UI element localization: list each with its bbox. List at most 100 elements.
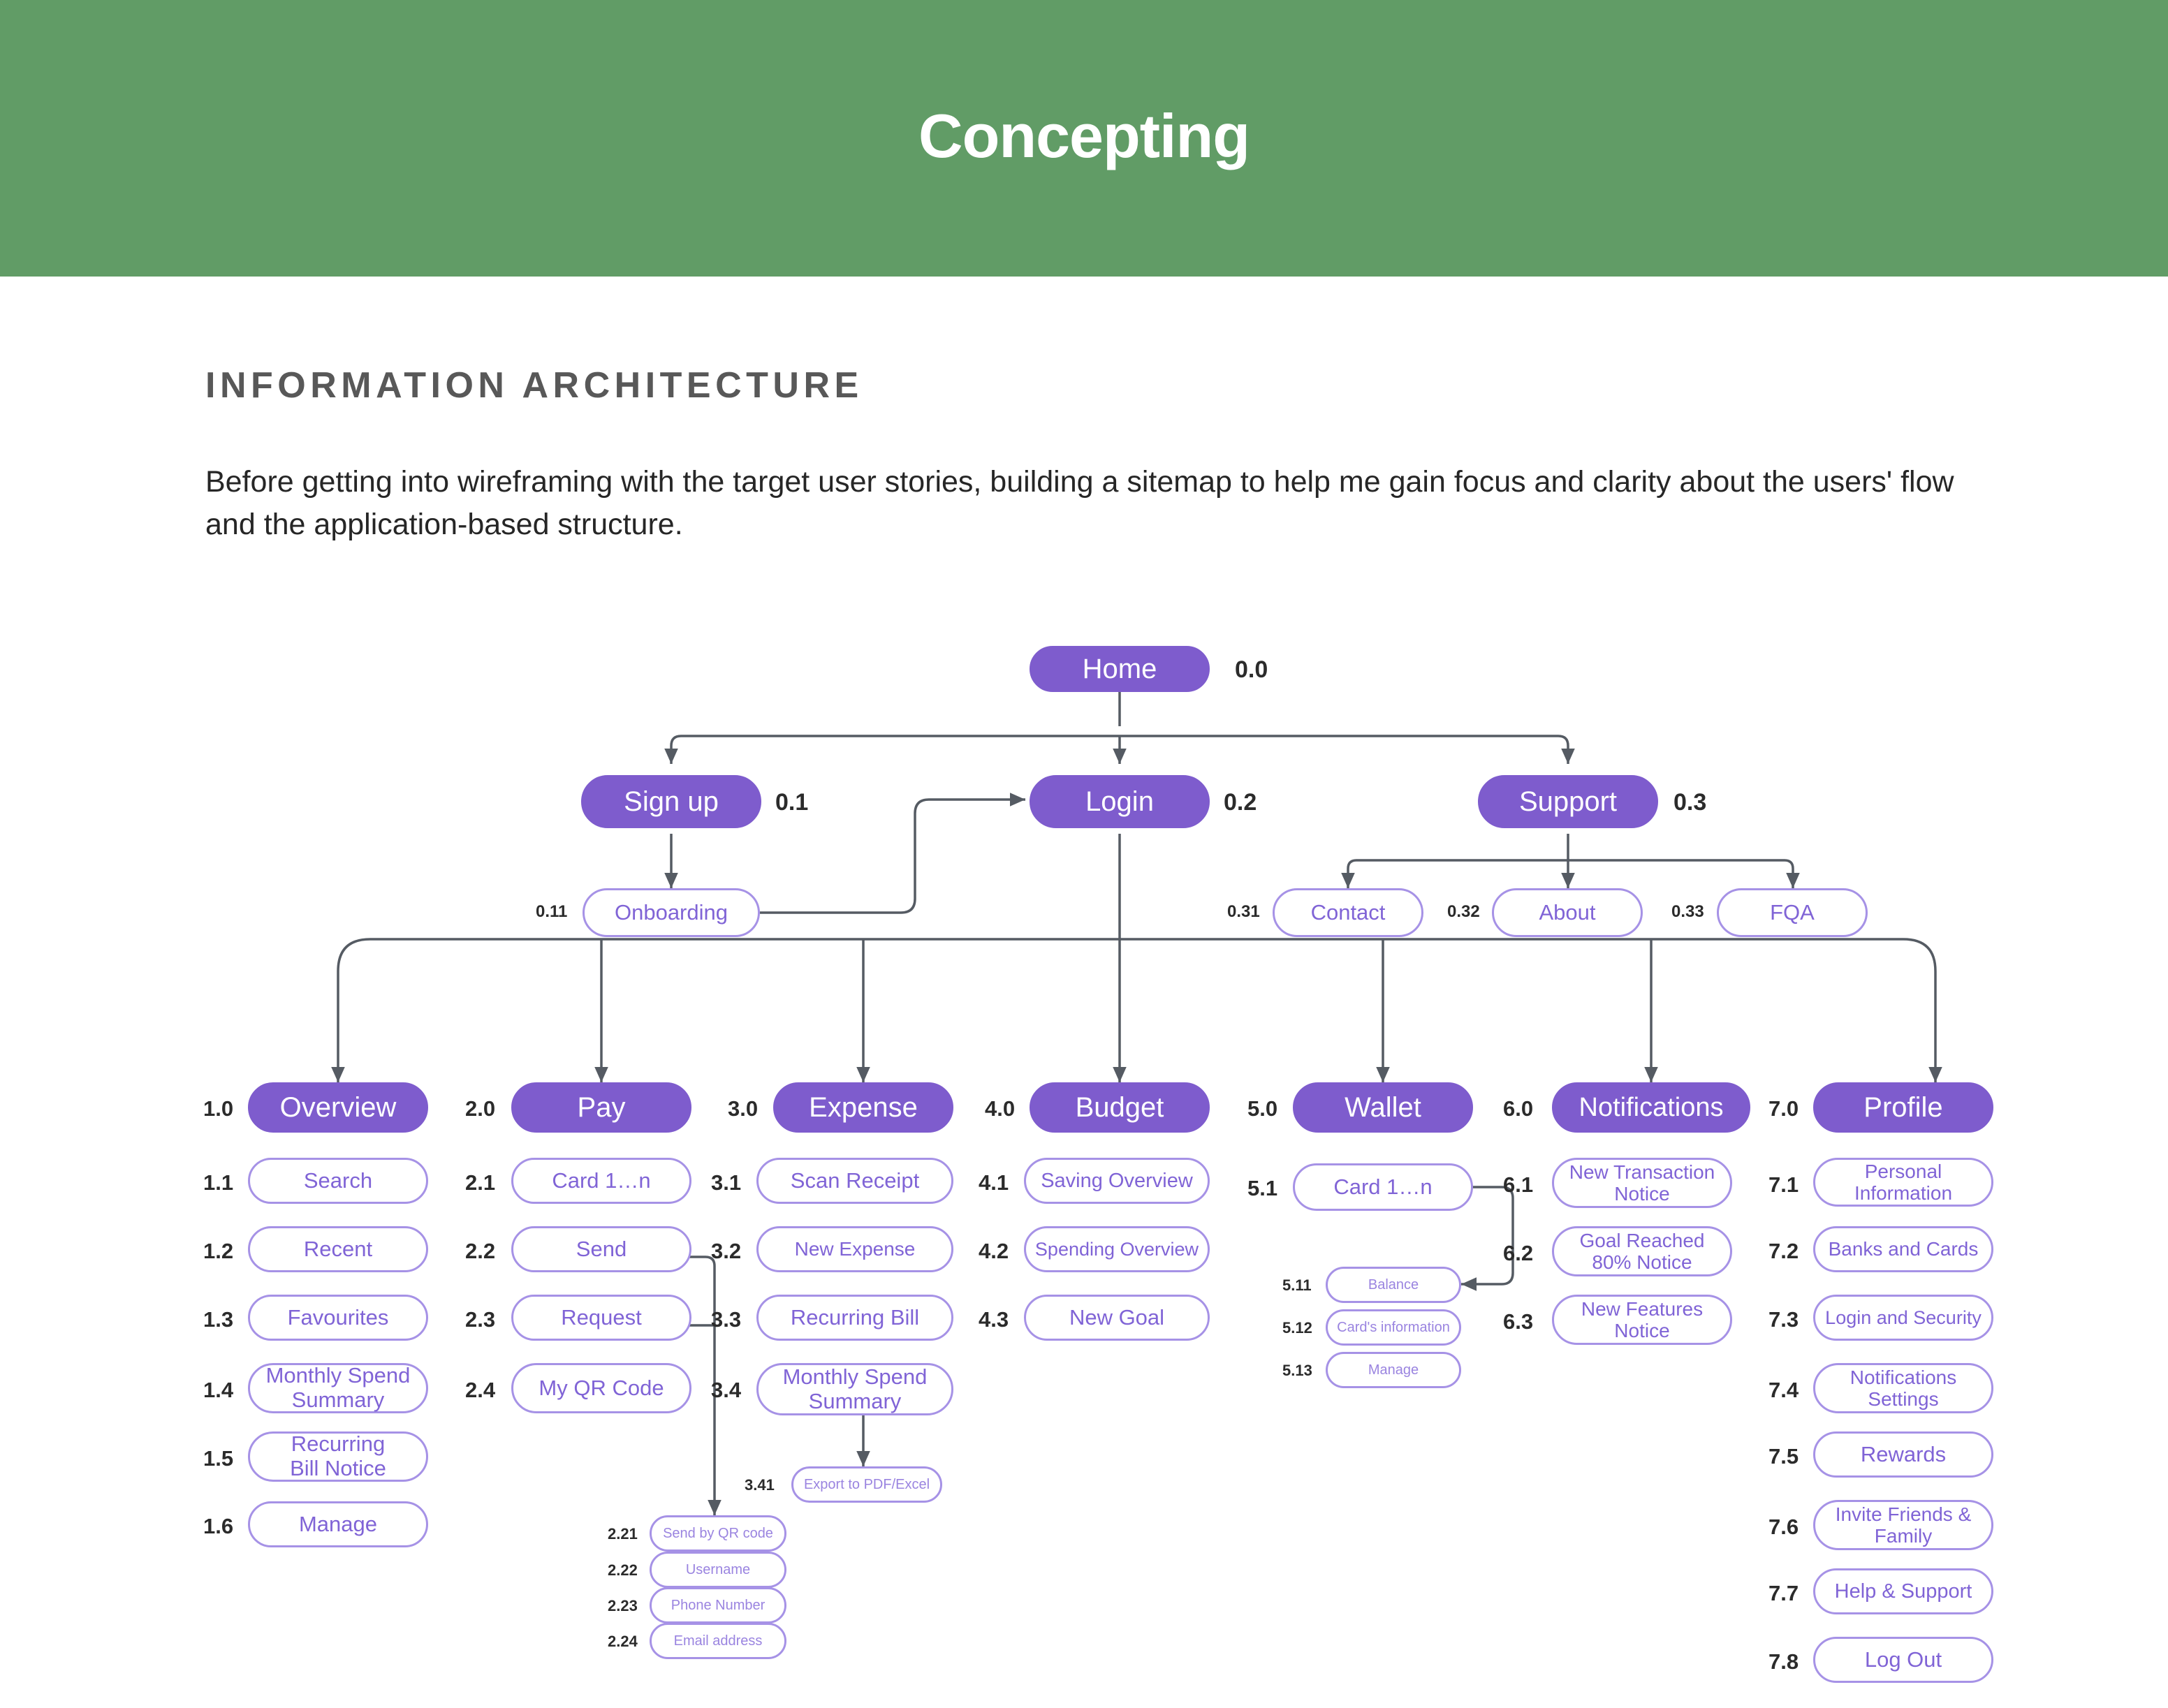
node-index-7-1: 7.1: [1768, 1172, 1799, 1197]
node-label: About: [1539, 899, 1596, 925]
node-budget[interactable]: Budget: [1030, 1082, 1210, 1133]
node-label: Search: [303, 1168, 373, 1193]
node-pay-my-qr-code[interactable]: My QR Code: [511, 1363, 691, 1413]
node-support[interactable]: Support: [1478, 775, 1658, 828]
node-pay-username[interactable]: Username: [650, 1552, 786, 1588]
node-pay[interactable]: Pay: [511, 1082, 691, 1133]
node-index-5-1: 5.1: [1247, 1176, 1278, 1200]
node-profile-rewards[interactable]: Rewards: [1813, 1431, 1993, 1478]
node-expense-recurring-bill[interactable]: Recurring Bill: [756, 1295, 953, 1341]
node-index-7-8: 7.8: [1768, 1649, 1799, 1674]
node-profile-help-support[interactable]: Help & Support: [1813, 1568, 1993, 1614]
node-index-7-6: 7.6: [1768, 1515, 1799, 1539]
node-label: New Features Notice: [1581, 1297, 1704, 1341]
node-index-2-4: 2.4: [465, 1378, 496, 1402]
node-wallet-card[interactable]: Card 1…n: [1293, 1163, 1473, 1211]
node-label: Send: [576, 1236, 627, 1261]
node-label: Banks and Cards: [1828, 1238, 1979, 1260]
node-pay-send-by-qr-code[interactable]: Send by QR code: [650, 1515, 786, 1552]
node-label: New Goal: [1069, 1304, 1165, 1330]
node-overview-recurring-bill-notice[interactable]: Recurring Bill Notice: [248, 1431, 428, 1482]
node-label: Personal Information: [1854, 1160, 1953, 1204]
node-onboarding[interactable]: Onboarding: [583, 888, 760, 937]
node-overview-manage[interactable]: Manage: [248, 1501, 428, 1547]
node-profile-login-and-security[interactable]: Login and Security: [1813, 1295, 1993, 1341]
node-index-budget: 4.0: [985, 1096, 1016, 1121]
node-wallet-card-information[interactable]: Card's information: [1326, 1309, 1461, 1346]
node-profile-banks-and-cards[interactable]: Banks and Cards: [1813, 1226, 1993, 1272]
node-label: Contact: [1310, 899, 1386, 925]
node-index-onboarding: 0.11: [536, 902, 568, 921]
node-label: Help & Support: [1834, 1580, 1972, 1603]
node-expense-export-pdf-excel[interactable]: Export to PDF/Excel: [791, 1466, 942, 1503]
node-index-5-12: 5.12: [1282, 1319, 1312, 1337]
node-index-5-13: 5.13: [1282, 1362, 1312, 1379]
node-label: Overview: [279, 1091, 397, 1123]
node-index-7-2: 7.2: [1768, 1239, 1799, 1263]
node-overview-favourites[interactable]: Favourites: [248, 1295, 428, 1341]
node-label: Manage: [1368, 1362, 1419, 1378]
node-index-2-1: 2.1: [465, 1170, 496, 1195]
node-pay-send[interactable]: Send: [511, 1226, 691, 1272]
node-wallet-balance[interactable]: Balance: [1326, 1267, 1461, 1303]
node-home[interactable]: Home: [1030, 646, 1210, 692]
node-budget-saving-overview[interactable]: Saving Overview: [1024, 1158, 1210, 1204]
node-label: Phone Number: [671, 1597, 766, 1613]
node-fqa[interactable]: FQA: [1717, 888, 1868, 937]
node-label: Balance: [1368, 1276, 1419, 1293]
node-label: Username: [685, 1561, 751, 1577]
node-overview-recent[interactable]: Recent: [248, 1226, 428, 1272]
node-label: Login: [1085, 786, 1154, 817]
node-index-support: 0.3: [1673, 789, 1707, 816]
node-pay-request[interactable]: Request: [511, 1295, 691, 1341]
node-index-home: 0.0: [1235, 656, 1268, 683]
node-about[interactable]: About: [1492, 888, 1643, 937]
node-expense-scan-receipt[interactable]: Scan Receipt: [756, 1158, 953, 1204]
node-overview-search[interactable]: Search: [248, 1158, 428, 1204]
node-index-4-1: 4.1: [979, 1170, 1009, 1195]
node-index-6-2: 6.2: [1503, 1241, 1534, 1265]
node-label: Recurring Bill: [790, 1304, 920, 1330]
node-notifications-new-features-notice[interactable]: New Features Notice: [1552, 1295, 1732, 1345]
node-label: Card 1…n: [552, 1168, 651, 1193]
node-profile[interactable]: Profile: [1813, 1082, 1993, 1133]
node-profile-invite-friends-family[interactable]: Invite Friends & Family: [1813, 1500, 1993, 1550]
node-budget-new-goal[interactable]: New Goal: [1024, 1295, 1210, 1341]
node-wallet-manage[interactable]: Manage: [1326, 1352, 1461, 1388]
node-index-pay: 2.0: [465, 1096, 496, 1121]
node-label: Spending Overview: [1034, 1238, 1199, 1260]
node-expense-monthly-spend-summary[interactable]: Monthly Spend Summary: [756, 1363, 953, 1415]
node-overview-monthly-spend-summary[interactable]: Monthly Spend Summary: [248, 1363, 428, 1413]
node-budget-spending-overview[interactable]: Spending Overview: [1024, 1226, 1210, 1272]
node-login[interactable]: Login: [1030, 775, 1210, 828]
node-label: Send by QR code: [663, 1525, 773, 1541]
node-label: Card 1…n: [1333, 1174, 1433, 1199]
node-notifications-new-transaction-notice[interactable]: New Transaction Notice: [1552, 1158, 1732, 1208]
node-label: My QR Code: [539, 1375, 664, 1400]
node-profile-notifications-settings[interactable]: Notifications Settings: [1813, 1363, 1993, 1413]
node-sign-up[interactable]: Sign up: [581, 775, 761, 828]
node-index-3-2: 3.2: [711, 1239, 742, 1263]
node-label: New Expense: [794, 1238, 916, 1260]
node-contact[interactable]: Contact: [1273, 888, 1423, 937]
node-index-sign-up: 0.1: [775, 789, 809, 816]
node-notifications[interactable]: Notifications: [1552, 1082, 1750, 1133]
node-pay-card[interactable]: Card 1…n: [511, 1158, 691, 1204]
node-expense[interactable]: Expense: [773, 1082, 953, 1133]
node-wallet[interactable]: Wallet: [1293, 1082, 1473, 1133]
node-expense-new-expense[interactable]: New Expense: [756, 1226, 953, 1272]
node-pay-email-address[interactable]: Email address: [650, 1623, 786, 1659]
node-index-1-1: 1.1: [203, 1170, 234, 1195]
node-index-2-23: 2.23: [608, 1597, 638, 1614]
node-label: Expense: [809, 1091, 918, 1123]
node-notifications-goal-reached-notice[interactable]: Goal Reached 80% Notice: [1552, 1226, 1732, 1276]
node-overview[interactable]: Overview: [248, 1082, 428, 1133]
node-label: Monthly Spend Summary: [782, 1364, 928, 1413]
node-index-5-11: 5.11: [1282, 1276, 1312, 1294]
node-profile-log-out[interactable]: Log Out: [1813, 1637, 1993, 1683]
node-pay-phone-number[interactable]: Phone Number: [650, 1587, 786, 1624]
node-label: Notifications Settings: [1850, 1366, 1957, 1410]
node-profile-personal-information[interactable]: Personal Information: [1813, 1158, 1993, 1207]
node-index-7-3: 7.3: [1768, 1307, 1799, 1332]
node-index-1-4: 1.4: [203, 1378, 234, 1402]
